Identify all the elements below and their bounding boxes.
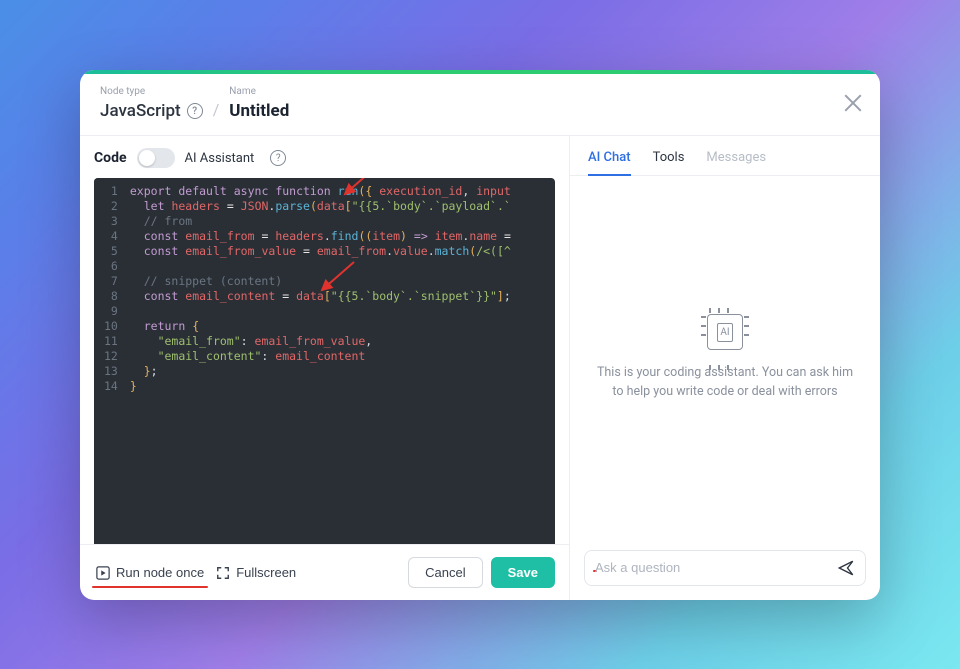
tab-ai-chat[interactable]: AI Chat: [588, 150, 631, 175]
line-number-gutter: 1234567 891011121314: [94, 178, 126, 544]
breadcrumb-separator: /: [213, 100, 220, 121]
assistant-tabs: AI Chat Tools Messages: [570, 136, 880, 176]
ask-question-row: [584, 550, 866, 586]
run-node-once-button[interactable]: Run node once: [94, 561, 206, 584]
node-editor-modal: Node type JavaScript ? / Name Untitled C…: [80, 70, 880, 600]
assistant-empty-state: AI This is your coding assistant. You ca…: [570, 176, 880, 540]
save-button[interactable]: Save: [491, 557, 555, 588]
node-type-value: JavaScript ?: [100, 101, 203, 121]
code-title: Code: [94, 150, 127, 166]
tab-tools[interactable]: Tools: [653, 150, 685, 175]
code-pane: Code AI Assistant ? 1234567 891011121314…: [80, 136, 570, 600]
fullscreen-icon: [216, 566, 230, 580]
node-type-text: JavaScript: [100, 101, 181, 121]
assistant-pane: AI Chat Tools Messages AI This is your c…: [570, 136, 880, 600]
fullscreen-button[interactable]: Fullscreen: [214, 561, 298, 584]
send-icon[interactable]: [837, 559, 855, 577]
code-pane-header: Code AI Assistant ?: [80, 136, 569, 178]
run-node-once-label: Run node once: [116, 565, 204, 580]
cancel-button[interactable]: Cancel: [408, 557, 482, 588]
code-editor[interactable]: 1234567 891011121314 export default asyn…: [94, 178, 555, 544]
node-type-label: Node type: [100, 86, 203, 97]
close-icon[interactable]: [842, 92, 864, 114]
ai-assistant-toggle[interactable]: [137, 148, 175, 168]
name-label: Name: [229, 86, 289, 97]
modal-body: Code AI Assistant ? 1234567 891011121314…: [80, 136, 880, 600]
name-column: Name Untitled: [229, 86, 289, 121]
help-icon[interactable]: ?: [187, 103, 203, 119]
ai-chip-icon: AI: [707, 314, 743, 364]
modal-header: Node type JavaScript ? / Name Untitled: [80, 74, 880, 136]
node-name[interactable]: Untitled: [229, 101, 289, 121]
fullscreen-label: Fullscreen: [236, 565, 296, 580]
help-icon[interactable]: ?: [270, 150, 286, 166]
code-pane-footer: Run node once Fullscreen Cancel Save: [80, 544, 569, 600]
ai-assistant-label: AI Assistant: [185, 151, 255, 166]
ask-question-input[interactable]: [595, 560, 837, 576]
tab-messages[interactable]: Messages: [706, 150, 766, 175]
node-type-column: Node type JavaScript ?: [100, 86, 203, 121]
code-content[interactable]: export default async function run({ exec…: [126, 178, 521, 544]
play-icon: [96, 566, 110, 580]
